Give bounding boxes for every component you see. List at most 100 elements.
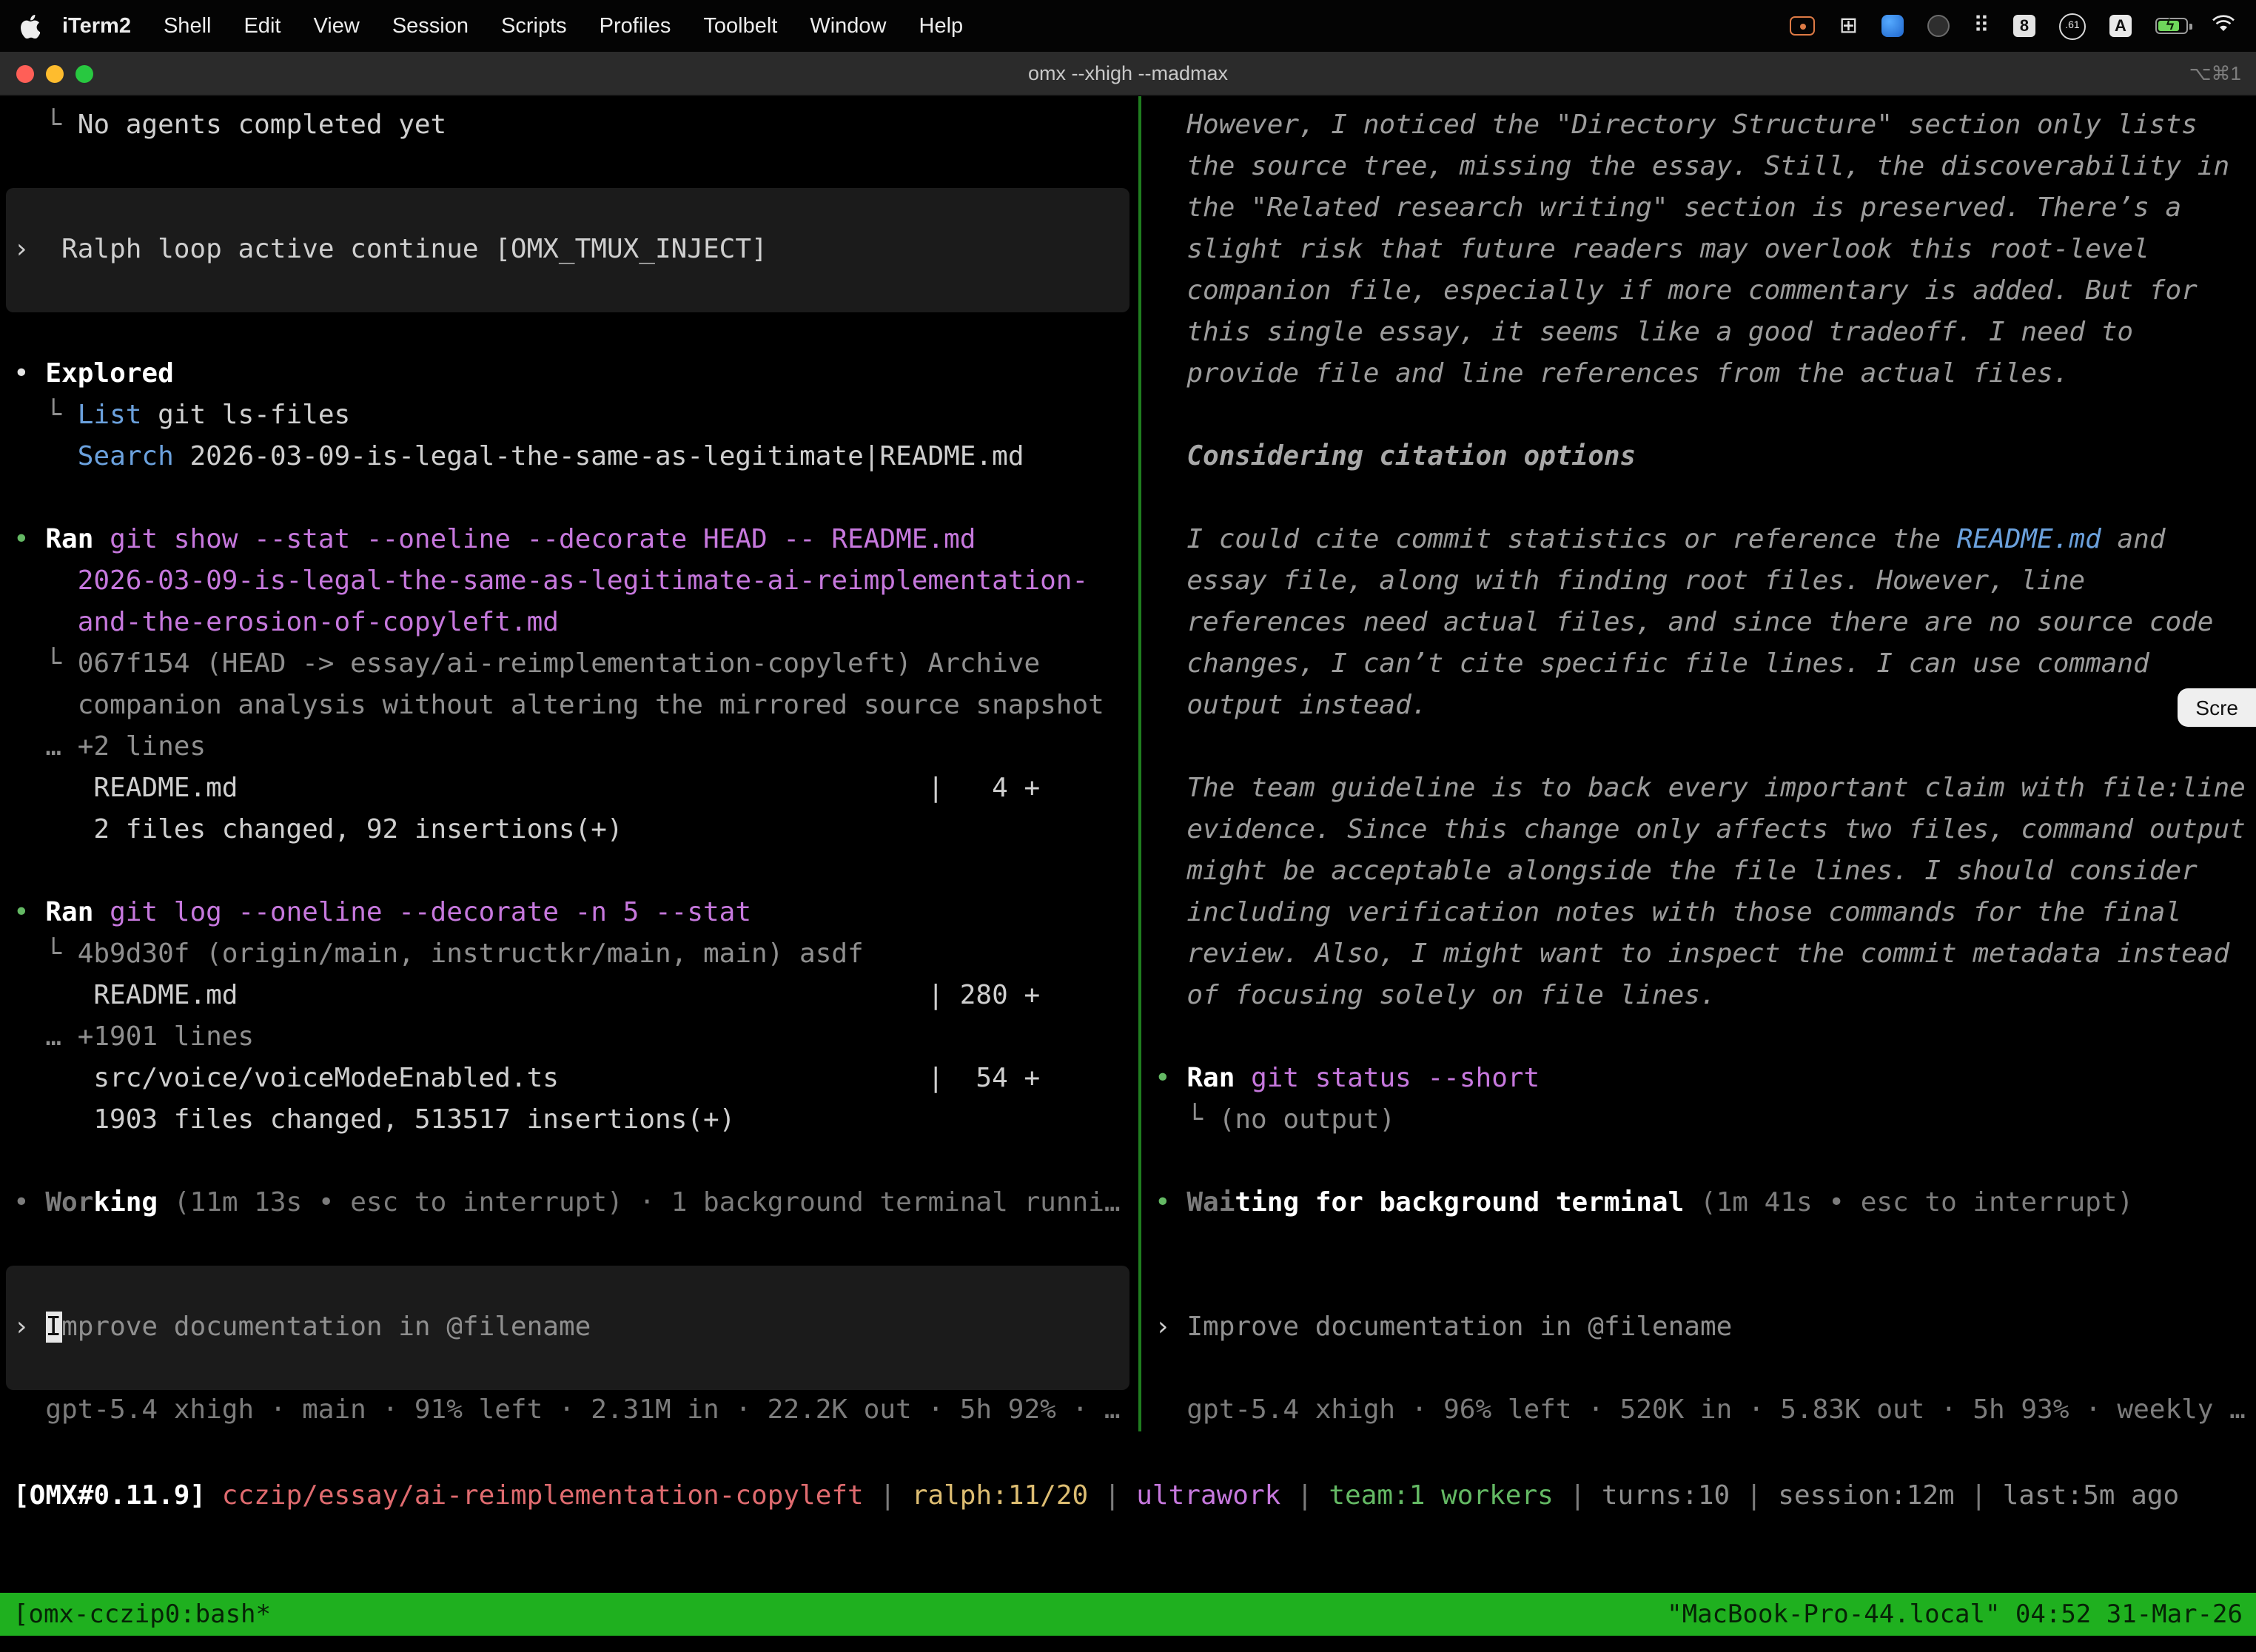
menu-item-view[interactable]: View bbox=[297, 14, 375, 38]
zoom-button[interactable] bbox=[75, 65, 93, 83]
terminal-line: … +1901 lines bbox=[0, 1017, 1138, 1058]
terminal-line: Considering citation options bbox=[1141, 437, 2256, 478]
tmux-session-label: [omx-cczip0:bash* bbox=[13, 1599, 271, 1629]
terminal-line: • Explored bbox=[0, 354, 1138, 395]
right-terminal-pane[interactable]: However, I noticed the "Directory Struct… bbox=[1141, 96, 2256, 1431]
output-block: [OMX#0.11.9] cczip/essay/ai-reimplementa… bbox=[0, 1476, 2256, 1517]
terminal-line: └ No agents completed yet bbox=[0, 105, 1138, 147]
terminal-line: essay file, along with finding root file… bbox=[1141, 561, 2256, 602]
minimize-button[interactable] bbox=[46, 65, 64, 83]
terminal-line: slight risk that future readers may over… bbox=[1141, 229, 2256, 271]
apple-menu-icon[interactable] bbox=[21, 14, 40, 38]
menu-item-session[interactable]: Session bbox=[376, 14, 485, 38]
terminal-line: output instead. bbox=[1141, 685, 2256, 727]
terminal-line: 2026-03-09-is-legal-the-same-as-legitima… bbox=[0, 561, 1138, 602]
terminal-line bbox=[1141, 395, 2256, 437]
terminal-line: gpt-5.4 xhigh · 96% left · 520K in · 5.8… bbox=[1141, 1390, 2256, 1431]
terminal-line: › Improve documentation in @filename bbox=[1141, 1307, 2256, 1349]
output-block: • Ran git log --oneline --decorate -n 5 … bbox=[0, 893, 1138, 1183]
omx-status-bar: [OMX#0.11.9] cczip/essay/ai-reimplementa… bbox=[0, 1431, 2256, 1593]
output-block: • Working (11m 13s • esc to interrupt) ·… bbox=[0, 1183, 1138, 1266]
menu-item-edit[interactable]: Edit bbox=[227, 14, 297, 38]
screen-recording-icon[interactable] bbox=[1790, 16, 1816, 36]
terminal-line: However, I noticed the "Directory Struct… bbox=[1141, 105, 2256, 147]
terminal-line: └ (no output) bbox=[1141, 1100, 2256, 1141]
tmux-panes: └ No agents completed yet › Ralph loop a… bbox=[0, 96, 2256, 1431]
terminal-line bbox=[1141, 1141, 2256, 1183]
menu-item-window[interactable]: Window bbox=[793, 14, 902, 38]
dark-app-icon[interactable] bbox=[1927, 15, 1950, 37]
menubar-status-icons: ⊞ ⠿ 8 .61 A ϟ bbox=[1790, 13, 2235, 39]
terminal-line: evidence. Since this change only affects… bbox=[1141, 810, 2256, 851]
terminal-line: The team guideline is to back every impo… bbox=[1141, 768, 2256, 810]
menu-item-shell[interactable]: Shell bbox=[147, 14, 228, 38]
terminal-line bbox=[1141, 727, 2256, 768]
terminal-line: • Working (11m 13s • esc to interrupt) ·… bbox=[0, 1183, 1138, 1224]
input-source-icon[interactable]: A bbox=[2109, 15, 2132, 37]
terminal-line: 2 files changed, 92 insertions(+) bbox=[0, 810, 1138, 851]
terminal-line bbox=[0, 851, 1138, 893]
terminal-line: src/voice/voiceModeEnabled.ts | 54 + bbox=[0, 1058, 1138, 1100]
menu-item-scripts[interactable]: Scripts bbox=[485, 14, 583, 38]
output-block: └ No agents completed yet bbox=[0, 105, 1138, 188]
output-block: gpt-5.4 xhigh · main · 91% left · 2.31M … bbox=[0, 1390, 1138, 1431]
menu-items: iTerm2ShellEditViewSessionScriptsProfile… bbox=[46, 14, 979, 38]
menubar: iTerm2ShellEditViewSessionScriptsProfile… bbox=[0, 0, 2256, 52]
terminal-line: might be acceptable alongside the file l… bbox=[1141, 851, 2256, 893]
window-title: omx --xhigh --madmax bbox=[1028, 62, 1228, 84]
terminal-line bbox=[1141, 1224, 2256, 1266]
tmux-status-bar: [omx-cczip0:bash* "MacBook-Pro-44.local"… bbox=[0, 1593, 2256, 1636]
terminal-line: Search 2026-03-09-is-legal-the-same-as-l… bbox=[0, 437, 1138, 478]
window-shortcut-hint: ⌥⌘1 bbox=[2189, 61, 2241, 85]
prompt-box[interactable]: › Improve documentation in @filename bbox=[6, 1266, 1129, 1390]
grid-icon[interactable]: ⊞ bbox=[1839, 15, 1858, 37]
terminal-line: • Ran git log --oneline --decorate -n 5 … bbox=[0, 893, 1138, 934]
terminal-line: companion file, especially if more comme… bbox=[1141, 271, 2256, 312]
terminal-line bbox=[0, 1224, 1138, 1266]
terminal-line bbox=[0, 147, 1138, 188]
terminal-line: this single essay, it seems like a good … bbox=[1141, 312, 2256, 354]
terminal-line: references need actual files, and since … bbox=[1141, 602, 2256, 644]
blue-app-icon[interactable] bbox=[1881, 15, 1904, 37]
terminal-line bbox=[1141, 478, 2256, 520]
terminal-line: the "Related research writing" section i… bbox=[1141, 188, 2256, 229]
iterm-window: iTerm2ShellEditViewSessionScriptsProfile… bbox=[0, 0, 2256, 1652]
terminal-line: and-the-erosion-of-copyleft.md bbox=[0, 602, 1138, 644]
tmux-host-clock: "MacBook-Pro-44.local" 04:52 31-Mar-26 bbox=[1667, 1599, 2243, 1629]
titlebar: omx --xhigh --madmax ⌥⌘1 bbox=[0, 52, 2256, 96]
keyboard-8-icon[interactable]: 8 bbox=[2013, 15, 2035, 37]
terminal-line: provide file and line references from th… bbox=[1141, 354, 2256, 395]
terminal-line: • Ran git show --stat --oneline --decora… bbox=[0, 520, 1138, 561]
battery-icon[interactable]: ϟ bbox=[2155, 18, 2188, 34]
terminal-line bbox=[0, 312, 1138, 354]
dots-grid-icon[interactable]: ⠿ bbox=[1973, 15, 1990, 37]
prompt-box[interactable]: › Ralph loop active continue [OMX_TMUX_I… bbox=[6, 188, 1129, 312]
menu-item-toolbelt[interactable]: Toolbelt bbox=[687, 14, 793, 38]
terminal-line bbox=[1141, 1349, 2256, 1390]
terminal-line: › Ralph loop active continue [OMX_TMUX_I… bbox=[6, 229, 1129, 271]
menu-item-iterm2[interactable]: iTerm2 bbox=[46, 14, 147, 38]
terminal-line: • Waiting for background terminal (1m 41… bbox=[1141, 1183, 2256, 1224]
terminal-line: changes, I can’t cite specific file line… bbox=[1141, 644, 2256, 685]
terminal-line: companion analysis without altering the … bbox=[0, 685, 1138, 727]
menu-item-profiles[interactable]: Profiles bbox=[583, 14, 688, 38]
gauge-icon[interactable]: .61 bbox=[2059, 13, 2086, 39]
terminal-line: of focusing solely on file lines. bbox=[1141, 976, 2256, 1017]
screen-share-popover[interactable]: Scre bbox=[2178, 688, 2256, 727]
menu-item-help[interactable]: Help bbox=[903, 14, 980, 38]
output-block: However, I noticed the "Directory Struct… bbox=[1141, 105, 2256, 1431]
close-button[interactable] bbox=[16, 65, 34, 83]
terminal-line: review. Also, I might want to inspect th… bbox=[1141, 934, 2256, 976]
traffic-lights bbox=[16, 65, 93, 83]
output-block: • Explored └ List git ls-files Search 20… bbox=[0, 312, 1138, 520]
terminal-line: README.md | 280 + bbox=[0, 976, 1138, 1017]
wifi-icon[interactable] bbox=[2212, 14, 2235, 38]
terminal-line bbox=[1141, 1017, 2256, 1058]
terminal-line bbox=[0, 478, 1138, 520]
terminal-line: 1903 files changed, 513517 insertions(+) bbox=[0, 1100, 1138, 1141]
terminal-line: … +2 lines bbox=[0, 727, 1138, 768]
terminal-line bbox=[1141, 1266, 2256, 1307]
terminal-line: README.md | 4 + bbox=[0, 768, 1138, 810]
left-terminal-pane[interactable]: └ No agents completed yet › Ralph loop a… bbox=[0, 96, 1138, 1431]
terminal-line: └ 4b9d30f (origin/main, instructkr/main,… bbox=[0, 934, 1138, 976]
